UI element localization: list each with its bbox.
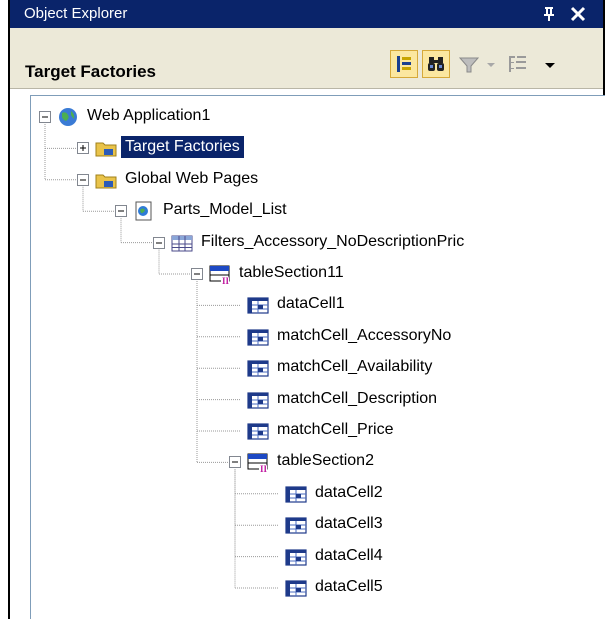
data-cell-icon xyxy=(285,547,307,567)
tree-node-label[interactable]: dataCell5 xyxy=(311,576,387,598)
tree-node-label[interactable]: dataCell4 xyxy=(311,545,387,567)
data-cell-icon xyxy=(247,358,269,378)
tree-node[interactable]: Filters_Accessory_NoDescriptionPric xyxy=(31,230,591,256)
data-cell-icon xyxy=(247,390,269,410)
tree-node-label[interactable]: tableSection11 xyxy=(235,262,348,284)
tree-node[interactable]: dataCell1 xyxy=(31,292,591,318)
tree-node[interactable]: dataCell4 xyxy=(31,544,591,570)
tree-structure-icon xyxy=(509,56,526,72)
binoculars-icon xyxy=(428,57,444,71)
collapse-icon[interactable] xyxy=(115,205,127,218)
tree-structure-button[interactable] xyxy=(504,50,532,78)
tree-node[interactable]: Web Application1 xyxy=(31,104,591,130)
globe-icon xyxy=(57,107,79,127)
tree-node-label[interactable]: matchCell_Price xyxy=(273,419,397,441)
data-cell-icon xyxy=(247,295,269,315)
collapse-icon[interactable] xyxy=(153,236,165,249)
more-options-button[interactable] xyxy=(538,50,562,78)
data-cell-icon xyxy=(247,421,269,441)
data-cell-icon xyxy=(247,327,269,347)
find-button[interactable] xyxy=(422,50,450,78)
tree-node[interactable]: Global Web Pages xyxy=(31,167,591,193)
tree-node-label[interactable]: matchCell_Availability xyxy=(273,356,436,378)
tree-node-label[interactable]: dataCell1 xyxy=(273,293,349,315)
toolbar-title: Target Factories xyxy=(25,62,157,81)
tree-node[interactable]: matchCell_AccessoryNo xyxy=(31,324,591,350)
tree-node[interactable]: Target Factories xyxy=(31,135,591,161)
tree-node[interactable]: matchCell_Availability xyxy=(31,355,591,381)
tree-node[interactable]: matchCell_Price xyxy=(31,418,591,444)
tree-node-label[interactable]: tableSection2 xyxy=(273,450,378,472)
tree-node-label[interactable]: dataCell3 xyxy=(311,513,387,535)
folder-icon xyxy=(95,138,117,158)
collapse-icon[interactable] xyxy=(229,456,241,469)
expand-icon[interactable] xyxy=(77,142,89,155)
tree-node[interactable]: dataCell3 xyxy=(31,512,591,538)
object-explorer-window: Object Explorer Target Factories Web App… xyxy=(0,0,605,619)
dropdown-arrow-icon xyxy=(487,63,495,67)
tree-node-label[interactable]: Parts_Model_List xyxy=(159,199,291,221)
tree-view[interactable]: Web Application1 Target Factories Global W… xyxy=(30,95,605,619)
tree-view-container[interactable]: Web Application1 Target Factories Global W… xyxy=(10,90,605,619)
tree-node-label[interactable]: matchCell_AccessoryNo xyxy=(273,325,455,347)
tree-node-label[interactable]: Filters_Accessory_NoDescriptionPric xyxy=(197,231,468,253)
svg-text:II: II xyxy=(222,276,230,284)
tree-node-label[interactable]: Target Factories xyxy=(121,136,244,159)
tree-node-label[interactable]: matchCell_Description xyxy=(273,388,441,410)
table-section-icon: II xyxy=(209,264,231,286)
filter-icon xyxy=(458,57,480,73)
toggle-tree-button[interactable] xyxy=(390,50,418,78)
svg-text:II: II xyxy=(260,464,268,472)
chevron-down-icon xyxy=(545,63,555,68)
tree-node[interactable]: matchCell_Description xyxy=(31,387,591,413)
title-bar[interactable]: Object Explorer xyxy=(10,0,603,28)
data-cell-icon xyxy=(285,515,307,535)
tree-node[interactable]: dataCell2 xyxy=(31,481,591,507)
tree-node-label[interactable]: dataCell2 xyxy=(311,482,387,504)
filter-dropdown-button[interactable] xyxy=(484,50,498,78)
web-page-icon xyxy=(133,201,155,221)
collapse-icon[interactable] xyxy=(191,268,203,280)
table-section-icon: II xyxy=(247,452,269,474)
data-cell-icon xyxy=(285,578,307,598)
panel-title: Object Explorer xyxy=(24,5,128,22)
tree-node-label[interactable]: Global Web Pages xyxy=(121,168,262,190)
panel-frame: Object Explorer Target Factories Web App… xyxy=(8,0,605,619)
tree-node[interactable]: dataCell5 xyxy=(31,575,591,601)
table-icon xyxy=(171,233,193,253)
collapse-icon[interactable] xyxy=(39,111,51,123)
pin-icon[interactable] xyxy=(538,4,560,24)
folder-icon xyxy=(95,170,117,190)
tree-node[interactable]: II tableSection11 xyxy=(31,261,591,287)
toggle-tree-icon xyxy=(397,56,411,72)
data-cell-icon xyxy=(285,484,307,504)
tree-node[interactable]: II tableSection2 xyxy=(31,449,591,475)
tree-node-label[interactable]: Web Application1 xyxy=(83,105,214,127)
collapse-icon[interactable] xyxy=(77,173,89,186)
toolbar: Target Factories xyxy=(10,28,603,89)
close-icon[interactable] xyxy=(566,2,590,26)
filter-button[interactable] xyxy=(456,50,482,78)
tree-node[interactable]: Parts_Model_List xyxy=(31,198,591,224)
